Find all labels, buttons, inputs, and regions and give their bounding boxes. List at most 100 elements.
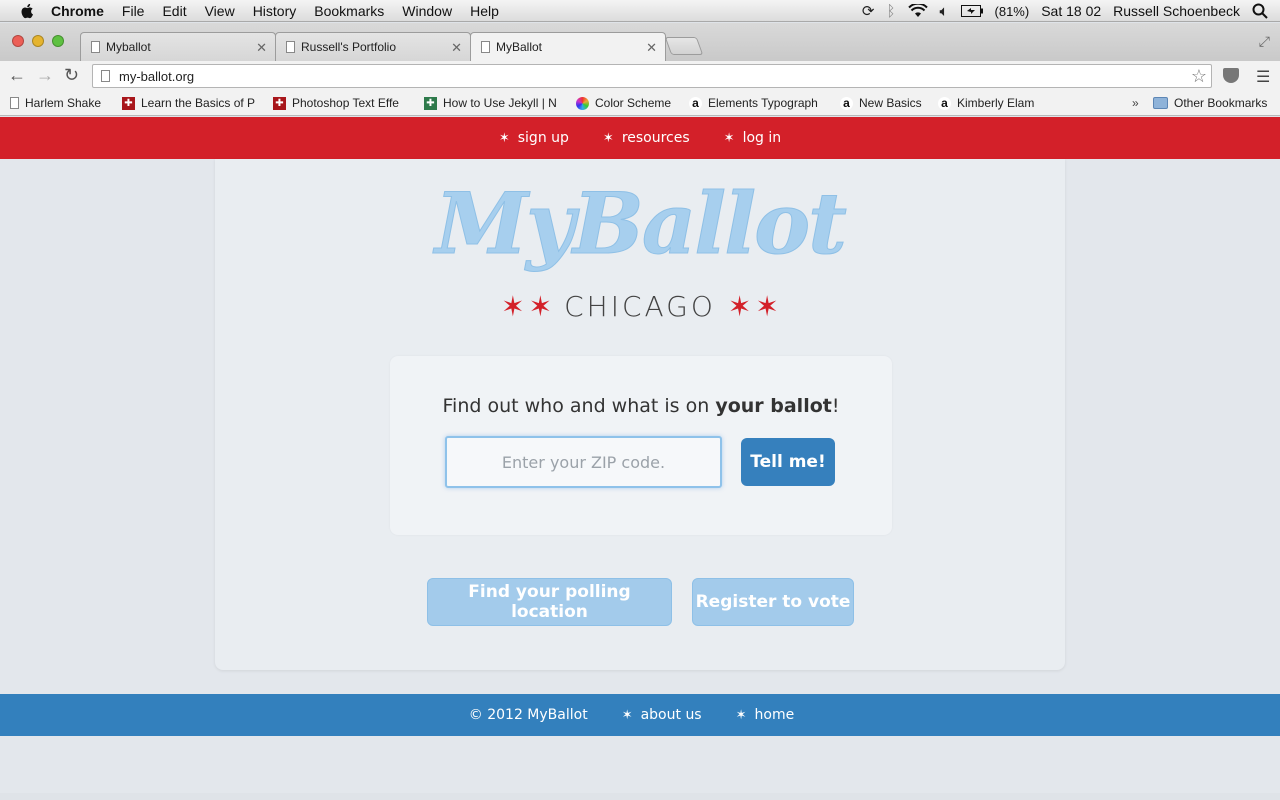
bookmark-label: Other Bookmarks	[1174, 96, 1268, 110]
new-tab-button[interactable]	[664, 37, 704, 55]
zip-code-input[interactable]	[445, 436, 722, 488]
menu-file[interactable]: File	[122, 3, 145, 19]
logo-city: ✶ ✶ CHICAGO ✶ ✶	[410, 290, 870, 323]
nav-sign-up-link[interactable]: ✶ sign up	[499, 130, 569, 146]
bookmark-item[interactable]: Harlem Shake	[10, 96, 110, 110]
footer-about-us-link[interactable]: ✶ about us	[622, 707, 702, 723]
bookmark-star-icon[interactable]: ☆	[1191, 66, 1207, 87]
spotlight-search-icon[interactable]	[1252, 3, 1268, 19]
reload-icon[interactable]: ↻	[64, 65, 79, 86]
volume-icon[interactable]: 🔈︎	[940, 3, 949, 20]
bookmark-label: Elements Typograph	[708, 96, 818, 110]
battery-percent: (81%)	[994, 3, 1030, 19]
bookmarks-overflow-button[interactable]: »	[1132, 96, 1139, 110]
amazon-icon: a	[840, 96, 853, 110]
close-tab-icon[interactable]: ✕	[451, 40, 462, 56]
address-url: my-ballot.org	[119, 68, 195, 84]
menu-hamburger-icon[interactable]: ☰	[1256, 67, 1270, 87]
bookmark-item[interactable]: a New Basics	[840, 96, 924, 110]
bluetooth-icon[interactable]: ᛒ	[886, 3, 895, 20]
fullscreen-icon[interactable]: ⤢	[1259, 33, 1270, 50]
menu-history[interactable]: History	[253, 3, 297, 19]
bookmarks-bar: Harlem Shake ✚ Learn the Basics of P ✚ P…	[0, 91, 1280, 116]
other-bookmarks-folder[interactable]: Other Bookmarks	[1153, 96, 1273, 110]
bookmark-item[interactable]: Color Scheme	[576, 96, 676, 110]
bookmark-item[interactable]: ✚ How to Use Jekyll | N	[424, 96, 558, 110]
red-plus-icon: ✚	[273, 96, 286, 110]
red-star-icon: ✶	[727, 290, 752, 322]
mac-menu-bar: Chrome File Edit View History Bookmarks …	[0, 0, 1280, 22]
nav-resources-link[interactable]: ✶ resources	[603, 130, 690, 146]
chicago-star-icon: ✶	[498, 130, 510, 146]
menu-view[interactable]: View	[205, 3, 235, 19]
back-icon[interactable]: ←	[8, 65, 26, 86]
nav-log-in-link[interactable]: ✶ log in	[724, 130, 781, 146]
page-icon	[91, 41, 100, 53]
folder-icon	[1153, 97, 1168, 109]
red-star-icon: ✶	[528, 290, 553, 322]
tab-title: Myballot	[106, 40, 151, 54]
bookmark-item[interactable]: a Elements Typograph	[689, 96, 821, 110]
chicago-star-icon: ✶	[621, 707, 633, 723]
battery-icon[interactable]	[960, 5, 983, 17]
site-logo[interactable]: MyBallot ✶ ✶ CHICAGO ✶ ✶	[410, 174, 870, 324]
tab-title: MyBallot	[496, 40, 543, 54]
footer-link-label: home	[754, 707, 795, 723]
menu-window[interactable]: Window	[402, 3, 452, 19]
menu-user[interactable]: Russell Schoenbeck	[1113, 3, 1240, 19]
amazon-icon: a	[938, 96, 951, 110]
browser-tab[interactable]: Myballot ✕	[80, 32, 276, 61]
bookmark-label: New Basics	[859, 96, 922, 110]
red-star-icon: ✶	[755, 290, 779, 322]
register-to-vote-button[interactable]: Register to vote	[692, 578, 854, 626]
bookmark-label: Kimberly Elam	[957, 96, 1035, 110]
sync-icon[interactable]: ⟳	[862, 2, 875, 20]
menu-app-name[interactable]: Chrome	[51, 3, 104, 19]
prompt-end: !	[831, 395, 840, 417]
menu-edit[interactable]: Edit	[162, 3, 186, 19]
color-wheel-icon	[576, 96, 589, 110]
close-window-button[interactable]	[12, 35, 24, 47]
footer-copyright: © 2012 MyBallot	[468, 707, 588, 723]
page-icon	[481, 41, 490, 53]
browser-tab-strip: Myballot ✕ Russell's Portfolio ✕ MyBallo…	[0, 23, 1280, 61]
chicago-star-icon: ✶	[723, 130, 735, 146]
footer-home-link[interactable]: ✶ home	[736, 707, 795, 723]
minimize-window-button[interactable]	[32, 35, 44, 47]
bookmark-item[interactable]: a Kimberly Elam	[938, 96, 1042, 110]
browser-tab-active[interactable]: MyBallot ✕	[470, 32, 666, 61]
bookmark-item[interactable]: ✚ Learn the Basics of P	[122, 96, 256, 110]
browser-tab[interactable]: Russell's Portfolio ✕	[275, 32, 471, 61]
menu-help[interactable]: Help	[470, 3, 499, 19]
bookmark-item[interactable]: ✚ Photoshop Text Effe	[273, 96, 407, 110]
tell-me-button[interactable]: Tell me!	[741, 438, 835, 486]
menu-bookmarks[interactable]: Bookmarks	[314, 3, 384, 19]
close-tab-icon[interactable]: ✕	[646, 40, 657, 56]
browser-toolbar: ← → ↻ my-ballot.org ☆ ☰	[0, 61, 1280, 91]
green-plus-icon: ✚	[424, 96, 437, 110]
find-polling-location-button[interactable]: Find your polling location	[427, 578, 672, 626]
pocket-extension-icon[interactable]	[1223, 68, 1239, 83]
red-plus-icon: ✚	[122, 96, 135, 110]
prompt-bold-text: your ballot	[715, 395, 832, 417]
bookmark-label: Learn the Basics of P	[141, 96, 256, 110]
forward-icon[interactable]: →	[36, 65, 54, 86]
close-tab-icon[interactable]: ✕	[256, 40, 267, 56]
apple-icon[interactable]	[19, 3, 37, 19]
site-top-nav: ✶ sign up ✶ resources ✶ log in	[0, 117, 1280, 159]
menu-clock[interactable]: Sat 18 02	[1041, 3, 1101, 19]
address-bar[interactable]: my-ballot.org ☆	[92, 64, 1212, 88]
nav-label: sign up	[517, 130, 569, 146]
logo-city-text: CHICAGO	[564, 290, 716, 323]
tab-title: Russell's Portfolio	[301, 40, 396, 54]
bookmark-label: How to Use Jekyll | N	[443, 96, 557, 110]
zoom-window-button[interactable]	[52, 35, 64, 47]
site-footer: © 2012 MyBallot ✶ about us ✶ home	[0, 694, 1280, 736]
chicago-star-icon: ✶	[602, 130, 614, 146]
page-viewport: ✶ sign up ✶ resources ✶ log in MyBallot …	[0, 117, 1280, 793]
chicago-star-icon: ✶	[735, 707, 747, 723]
bookmark-label: Harlem Shake	[25, 96, 102, 110]
wifi-icon[interactable]	[907, 4, 928, 18]
footer-link-label: about us	[640, 707, 702, 723]
nav-label: log in	[742, 130, 782, 146]
